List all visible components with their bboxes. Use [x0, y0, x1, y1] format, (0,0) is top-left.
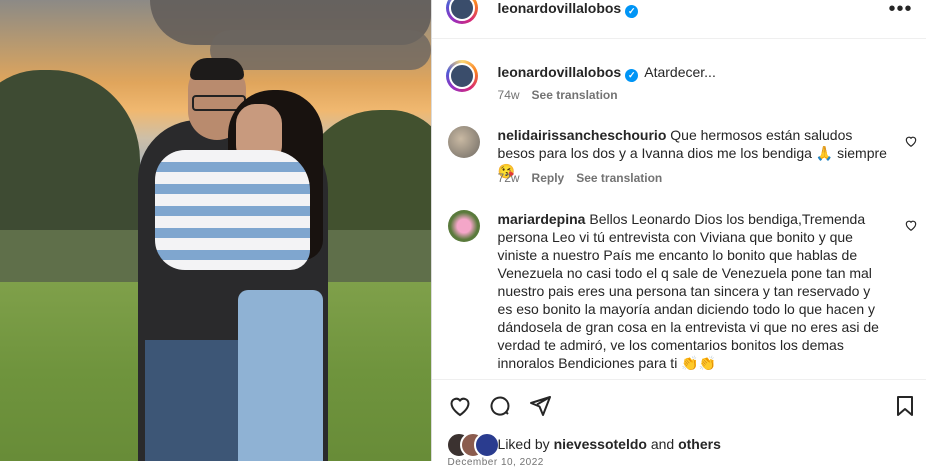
- like-comment-heart-icon[interactable]: [904, 218, 918, 232]
- comment-meta: 72w Reply See translation: [498, 171, 663, 185]
- post-actions-bar: Liked by nievessoteldo and others Decemb…: [431, 379, 926, 468]
- liked-by-prefix: Liked by: [497, 436, 550, 452]
- man-jeans: [145, 340, 245, 461]
- comment-bubble-icon[interactable]: [488, 394, 512, 418]
- save-bookmark-icon[interactable]: [893, 394, 917, 418]
- caption-age: 74w: [497, 88, 520, 102]
- comment-age: 72w: [497, 171, 520, 185]
- header-username[interactable]: leonardovillalobos ✓: [498, 0, 639, 18]
- verified-badge-icon: ✓: [625, 5, 639, 18]
- reply-link[interactable]: Reply: [532, 171, 565, 185]
- comment-username[interactable]: mariardepina: [498, 211, 586, 227]
- striped-sweater: [155, 150, 310, 270]
- liked-by-others-link[interactable]: others: [678, 436, 721, 452]
- caption-avatar[interactable]: [445, 60, 478, 92]
- username-text[interactable]: leonardovillalobos: [498, 0, 622, 16]
- like-comment-heart-icon[interactable]: [904, 134, 918, 148]
- liker-avatar: [473, 432, 500, 458]
- comment-item: mariardepina Bellos Leonardo Dios los be…: [498, 210, 888, 372]
- instagram-post-window: leonardovillalobos ✓ ••• leonardovillalob…: [0, 0, 926, 468]
- like-heart-icon[interactable]: [448, 394, 472, 418]
- see-translation-link[interactable]: See translation: [576, 171, 662, 185]
- post-caption: leonardovillalobos ✓ Atardecer...: [498, 64, 716, 82]
- man-hair: [190, 58, 244, 80]
- caption-meta: 74w See translation: [498, 88, 618, 102]
- post-date: December 10, 2022: [447, 457, 544, 468]
- share-paper-plane-icon[interactable]: [528, 394, 552, 418]
- denim-skirt: [238, 290, 323, 461]
- post-details-panel: leonardovillalobos ✓ ••• leonardovillalob…: [430, 0, 926, 468]
- commenter-avatar[interactable]: [447, 210, 480, 242]
- liked-by-and: and: [650, 436, 675, 452]
- commenter-avatar[interactable]: [447, 126, 480, 158]
- comment-username[interactable]: nelidairissancheschourio: [498, 127, 667, 143]
- cloud: [210, 30, 431, 70]
- liked-by-user-link[interactable]: nievessoteldo: [554, 436, 647, 452]
- comment-text: Bellos Leonardo Dios los bendiga,Tremend…: [497, 211, 879, 371]
- more-options-icon[interactable]: •••: [889, 0, 913, 21]
- see-translation-link[interactable]: See translation: [532, 88, 618, 102]
- caption-text: Atardecer...: [644, 64, 716, 80]
- verified-badge-icon: ✓: [625, 69, 639, 82]
- caption-username[interactable]: leonardovillalobos: [498, 64, 622, 80]
- likes-summary: Liked by nievessoteldo and others: [498, 436, 721, 452]
- post-photo[interactable]: [0, 0, 431, 461]
- post-header: leonardovillalobos ✓ •••: [431, 0, 926, 39]
- avatar[interactable]: [445, 0, 478, 24]
